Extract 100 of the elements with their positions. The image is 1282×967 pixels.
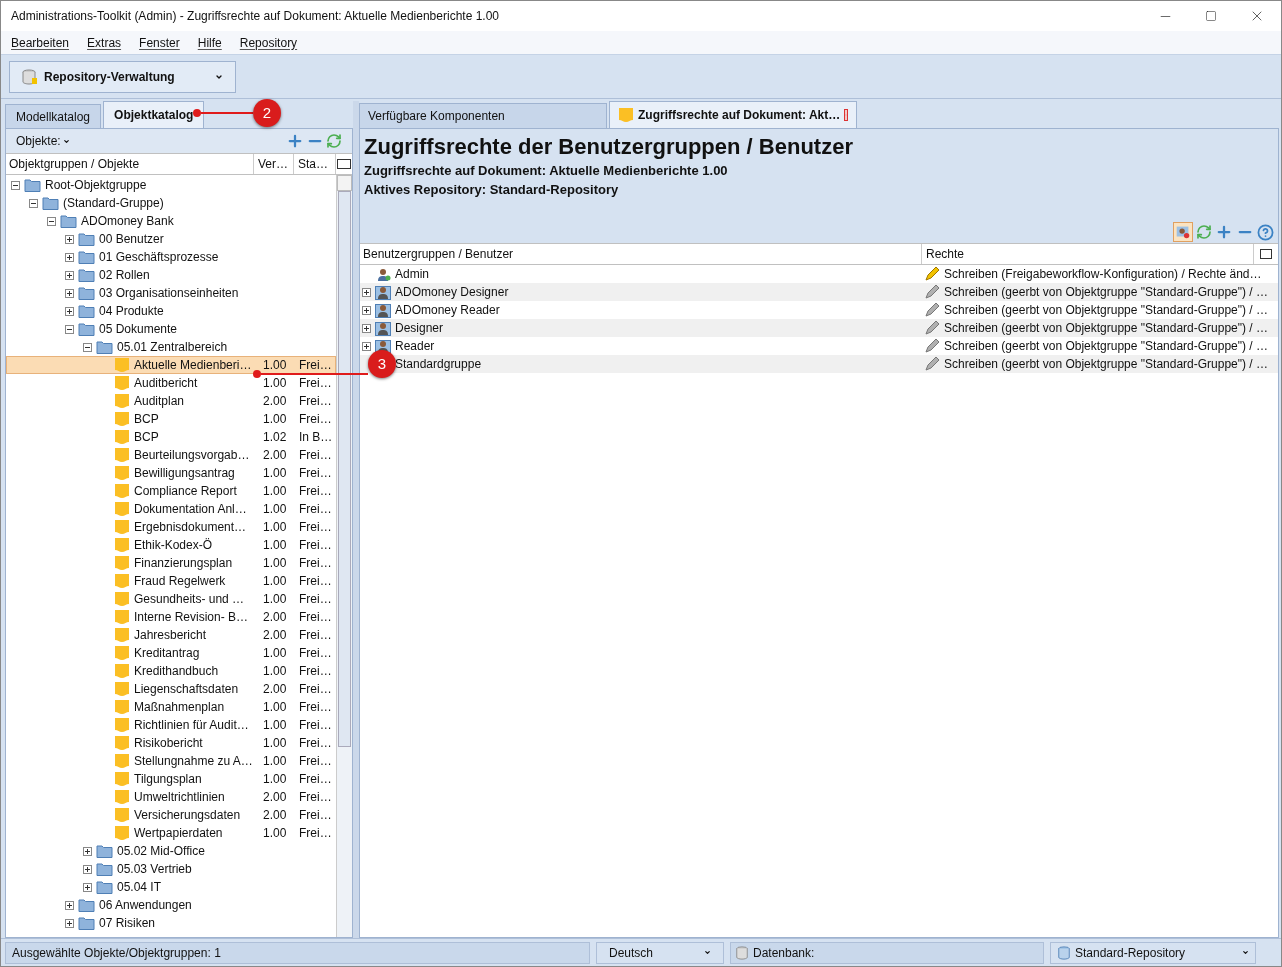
tree-row[interactable]: Stellungnahme zu A… 1.00 Frei…	[6, 752, 336, 770]
tree-row[interactable]: Compliance Report 1.00 Frei…	[6, 482, 336, 500]
menu-item[interactable]: Hilfe	[197, 33, 222, 52]
column-header[interactable]: Sta…	[294, 154, 336, 174]
column-chooser-icon[interactable]	[1260, 249, 1272, 259]
objects-menu[interactable]: Objekte:	[16, 132, 70, 150]
rights-row[interactable]: Designer Schreiben (geerbt von Objektgruppe "Standard-Gruppe") / …	[360, 319, 1278, 337]
tree-row[interactable]: Kredithandbuch 1.00 Frei…	[6, 662, 336, 680]
column-header[interactable]: Ver…	[254, 154, 294, 174]
collapse-toggle[interactable]	[11, 180, 20, 190]
tree-row[interactable]: 07 Risiken	[6, 914, 336, 932]
tree-row[interactable]: Ergebnisdokument… 1.00 Frei…	[6, 518, 336, 536]
expand-toggle[interactable]	[362, 323, 371, 333]
menu-item[interactable]: Bearbeiten	[11, 33, 70, 52]
add-icon[interactable]	[1215, 223, 1233, 241]
status-cell-text: Frei…	[298, 519, 333, 536]
tree-row[interactable]: 00 Benutzer	[6, 230, 336, 248]
tree-row[interactable]: Umweltrichtlinien 2.00 Frei…	[6, 788, 336, 806]
tree-item-label: 04 Produkte	[99, 303, 164, 320]
expand-toggle[interactable]	[65, 234, 74, 244]
tree-item-label: Gesundheits- und …	[134, 591, 245, 608]
rights-row[interactable]: ADOmoney Designer Schreiben (geerbt von Objektgruppe "Standard-Gruppe") / …	[360, 283, 1278, 301]
column-header[interactable]: Objektgruppen / Objekte	[6, 154, 254, 174]
expand-toggle[interactable]	[362, 341, 371, 351]
folder-icon	[78, 268, 95, 282]
tab[interactable]: Modellkatalog	[5, 104, 102, 128]
maximize-icon[interactable]	[1205, 10, 1217, 22]
tree-row[interactable]: Jahresbericht 2.00 Frei…	[6, 626, 336, 644]
version-cell-text: 1.00	[262, 483, 288, 500]
tree-row[interactable]: Dokumentation Anl… 1.00 Frei…	[6, 500, 336, 518]
tree-row[interactable]: 05.02 Mid-Office	[6, 842, 336, 860]
column-header[interactable]: Benutzergruppen / Benutzer	[360, 244, 922, 264]
collapse-toggle[interactable]	[65, 324, 74, 334]
tree-row[interactable]: BCP 1.02 In B…	[6, 428, 336, 446]
menu-item[interactable]: Fenster	[139, 33, 180, 52]
expand-toggle[interactable]	[65, 288, 74, 298]
tab[interactable]: Zugriffsrechte auf Dokument: Akt…	[609, 101, 857, 128]
tree-row[interactable]: Wertpapierdaten 1.00 Frei…	[6, 824, 336, 842]
expand-toggle[interactable]	[362, 305, 371, 315]
tree-row[interactable]: Gesundheits- und … 1.00 Frei…	[6, 590, 336, 608]
tree-row[interactable]: Finanzierungsplan 1.00 Frei…	[6, 554, 336, 572]
collapse-toggle[interactable]	[29, 198, 38, 208]
tree-row[interactable]: Kreditantrag 1.00 Frei…	[6, 644, 336, 662]
tree-row[interactable]: Aktuelle Medienberi… 1.00 Frei…	[6, 356, 336, 374]
user-settings-icon[interactable]	[1173, 222, 1193, 242]
tree-row[interactable]: 03 Organisationseinheiten	[6, 284, 336, 302]
column-chooser-icon[interactable]	[337, 159, 351, 169]
tree-item-label: Kreditantrag	[134, 645, 200, 662]
callout-number: 2	[253, 99, 281, 127]
tree-row[interactable]: Bewilligungsantrag 1.00 Frei…	[6, 464, 336, 482]
tree-row[interactable]: Ethik-Kodex-Ö 1.00 Frei…	[6, 536, 336, 554]
tree-item-label: Umweltrichtlinien	[134, 789, 225, 806]
tree-row[interactable]: Auditplan 2.00 Frei…	[6, 392, 336, 410]
tree-row[interactable]: Versicherungsdaten 2.00 Frei…	[6, 806, 336, 824]
expand-toggle[interactable]	[362, 287, 371, 297]
expand-toggle[interactable]	[65, 306, 74, 316]
tree-row[interactable]: Tilgungsplan 1.00 Frei…	[6, 770, 336, 788]
tree-row[interactable]: 01 Geschäftsprozesse	[6, 248, 336, 266]
tree-row[interactable]: Richtlinien für Audit… 1.00 Frei…	[6, 716, 336, 734]
tab[interactable]: Verfügbare Komponenten	[359, 103, 607, 128]
tree-row[interactable]: Root-Objektgruppe	[6, 176, 336, 194]
expand-toggle[interactable]	[83, 882, 92, 892]
tree-row[interactable]: 05.04 IT	[6, 878, 336, 896]
tree-row[interactable]: 04 Produkte	[6, 302, 336, 320]
tree-row[interactable]: Auditbericht 1.00 Frei…	[6, 374, 336, 392]
tree-row[interactable]: 06 Anwendungen	[6, 896, 336, 914]
expand-toggle[interactable]	[65, 918, 74, 928]
tree-row[interactable]: Beurteilungsvorgab… 2.00 Frei…	[6, 446, 336, 464]
tree-row[interactable]: Maßnahmenplan 1.00 Frei…	[6, 698, 336, 716]
collapse-toggle[interactable]	[47, 216, 56, 226]
tree-row[interactable]: 05.01 Zentralbereich	[6, 338, 336, 356]
scrollbar[interactable]	[336, 175, 352, 937]
tree-row[interactable]: 05 Dokumente	[6, 320, 336, 338]
expand-toggle[interactable]	[83, 864, 92, 874]
tree-row[interactable]: Fraud Regelwerk 1.00 Frei…	[6, 572, 336, 590]
repository-status-dropdown[interactable]: Standard-Repository	[1050, 941, 1256, 964]
menu-item[interactable]: Repository	[239, 33, 298, 52]
tree-row[interactable]: Liegenschaftsdaten 2.00 Frei…	[6, 680, 336, 698]
tree-row[interactable]: (Standard-Gruppe)	[6, 194, 336, 212]
tree-row[interactable]: Risikobericht 1.00 Frei…	[6, 734, 336, 752]
tree-row[interactable]: 05.03 Vertrieb	[6, 860, 336, 878]
language-dropdown[interactable]: Deutsch	[596, 941, 724, 964]
tree-row[interactable]: BCP 1.00 Frei…	[6, 410, 336, 428]
version-cell-text: 1.00	[262, 735, 288, 752]
repository-dropdown[interactable]: Repository-Verwaltung	[9, 60, 236, 93]
tree-row[interactable]: 02 Rollen	[6, 266, 336, 284]
tree-row[interactable]: Interne Revision- B… 2.00 Frei…	[6, 608, 336, 626]
expand-toggle[interactable]	[83, 846, 92, 856]
menu-item[interactable]: Extras	[87, 33, 122, 52]
tree-item-label: Maßnahmenplan	[134, 699, 225, 716]
tree-row[interactable]: ADOmoney Bank	[6, 212, 336, 230]
tab[interactable]: Objektkatalog	[103, 101, 205, 128]
column-header[interactable]: Rechte	[922, 244, 1254, 264]
user-name: Reader	[395, 338, 435, 355]
expand-toggle[interactable]	[65, 252, 74, 262]
expand-toggle[interactable]	[65, 270, 74, 280]
add-icon[interactable]	[286, 132, 304, 150]
collapse-toggle[interactable]	[83, 342, 92, 352]
expand-toggle[interactable]	[65, 900, 74, 910]
help-icon[interactable]	[1257, 223, 1274, 241]
